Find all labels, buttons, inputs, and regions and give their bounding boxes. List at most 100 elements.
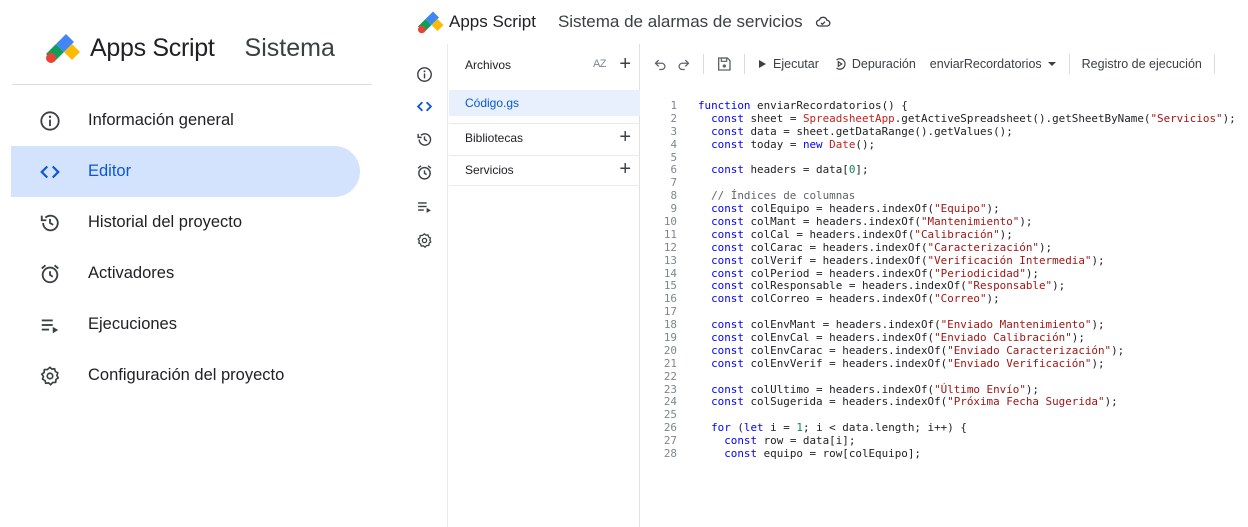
left-navigation-panel: Apps Script Sistema Información general … [0,0,395,527]
alarm-icon [36,260,64,288]
file-item-codigo[interactable]: Código.gs [449,90,640,116]
line-number: 28 [663,447,677,461]
debug-label: Depuración [851,57,916,71]
gear-icon [36,362,64,390]
divider [449,155,640,156]
debug-button[interactable]: Depuración [833,57,916,71]
line-number: 19 [663,331,677,345]
list-run-icon[interactable] [414,196,434,216]
code-text: const colSugerida = headers.indexOf("Pró… [711,395,1118,409]
undo-icon[interactable] [653,57,668,72]
line-number: 11 [663,227,677,241]
divider [12,84,372,85]
code-text: const sheet = SpreadsheetApp.getActiveSp… [711,111,1236,125]
play-icon [759,60,766,68]
code-text: const colCorreo = headers.indexOf("Corre… [711,292,1000,306]
nav-item-triggers[interactable]: Activadores [0,248,395,299]
nav-item-info[interactable]: Información general [0,95,395,146]
execution-log-button[interactable]: Registro de ejecución [1082,57,1202,71]
debug-icon [835,58,846,70]
files-label: Archivos [465,58,512,72]
nav-item-label: Historial del proyecto [88,213,243,231]
code-icon[interactable] [414,96,434,116]
project-title[interactable]: Sistema de alarmas de servicios [558,12,803,32]
chevron-down-icon [1047,62,1056,66]
line-number: 4 [670,137,677,151]
services-row: Servicios + [449,157,640,183]
nav-item-label: Ejecuciones [88,315,177,333]
function-select-value: enviarRecordatorios [929,57,1042,71]
nav-item-label: Editor [88,162,132,180]
line-number: 20 [663,343,677,357]
top-bar: Apps Script Sistema de alarmas de servic… [415,0,1248,44]
nav-item-settings[interactable]: Configuración del proyecto [0,350,395,401]
toolbar-divider [1068,54,1070,74]
code-line[interactable]: 28 const equipo = row[colEquipo]; [641,447,1248,461]
brand-name: Apps Script [449,12,536,31]
code-line[interactable]: 16 const colCorreo = headers.indexOf("Co… [641,292,1248,306]
divider [449,185,640,186]
brand-name: Apps Script [90,33,215,62]
code-line[interactable]: 6 const headers = data[0]; [641,164,1248,177]
line-number: 2 [670,111,677,125]
run-button[interactable]: Ejecutar [757,57,819,71]
history-icon[interactable] [414,129,434,149]
code-text: const colEnvVerif = headers.indexOf("Env… [711,356,1105,370]
line-number: 21 [663,356,677,370]
left-header: Apps Script Sistema [42,28,335,68]
libraries-label: Bibliotecas [465,131,524,145]
apps-script-logo [46,34,80,63]
nav-item-label: Activadores [88,264,175,282]
save-icon[interactable] [716,56,732,72]
nav-item-editor[interactable]: Editor [11,146,360,197]
execution-log-label: Registro de ejecución [1081,57,1202,71]
info-icon [36,107,64,135]
code-text: const equipo = row[colEquipo]; [724,447,921,461]
code-editor[interactable]: 1 function enviarRecordatorios() {2 const… [641,100,1248,527]
project-title-truncated: Sistema [244,33,335,62]
code-text: const today = new Date(); [711,137,876,151]
function-select[interactable]: enviarRecordatorios [930,57,1057,71]
nav-item-history[interactable]: Historial del proyecto [0,197,395,248]
nav-item-label: Configuración del proyecto [88,366,285,384]
icon-rail [400,44,448,527]
nav-item-executions[interactable]: Ejecuciones [0,299,395,350]
nav-item-label: Información general [88,111,234,129]
code-line[interactable]: 24 const colSugerida = headers.indexOf("… [641,396,1248,409]
add-file-button[interactable]: + [619,54,631,74]
redo-icon[interactable] [676,57,691,72]
left-nav-list: Información general Editor Historial del… [0,95,395,401]
line-number: 22 [663,369,677,383]
code-line[interactable]: 4 const today = new Date(); [641,137,1248,152]
divider [449,123,640,124]
line-number: 1 [670,100,677,112]
code-icon [36,158,64,186]
libraries-row: Bibliotecas + [449,125,640,151]
add-service-button[interactable]: + [619,159,631,179]
files-panel: Archivos AZ + Código.gs Bibliotecas + Se… [449,44,640,527]
line-number: 12 [663,240,677,254]
cloud-saved-icon [815,14,831,30]
editor-toolbar: Ejecutar Depuración enviarRecordatorios … [641,44,1248,84]
list-run-icon [36,311,64,339]
code-text: const headers = data[0]; [711,163,869,177]
line-number: 13 [663,253,677,267]
add-library-button[interactable]: + [619,127,631,147]
run-label: Ejecutar [773,57,819,71]
files-header: Archivos AZ + [449,52,640,78]
services-label: Servicios [465,163,514,177]
toolbar-divider [1213,54,1215,74]
info-icon[interactable] [414,64,434,84]
gear-icon[interactable] [414,230,434,250]
code-line[interactable]: 21 const colEnvVerif = headers.indexOf("… [641,356,1248,371]
alarm-icon[interactable] [414,162,434,182]
history-icon [36,209,64,237]
line-number: 10 [663,215,677,229]
sort-az-icon[interactable]: AZ [593,58,607,70]
toolbar-divider [744,54,745,74]
